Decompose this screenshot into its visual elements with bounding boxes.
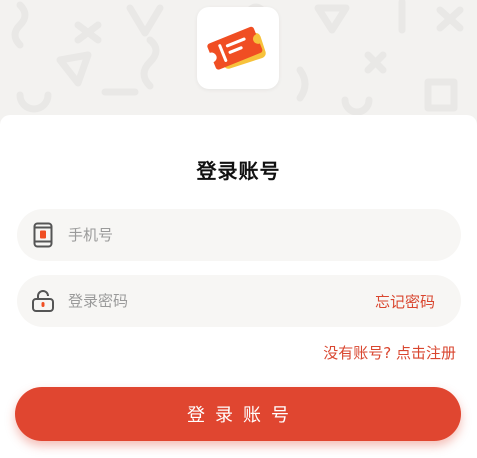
login-button[interactable]: 登录账号	[15, 387, 461, 441]
forgot-password-link[interactable]: 忘记密码	[375, 291, 435, 312]
lock-icon	[30, 288, 56, 314]
phone-icon	[30, 222, 56, 248]
phone-input[interactable]	[68, 226, 461, 244]
ticket-logo-icon	[207, 26, 266, 70]
phone-field[interactable]	[17, 209, 461, 261]
register-link[interactable]: 没有账号? 点击注册	[323, 342, 456, 363]
app-logo	[197, 7, 279, 89]
password-input[interactable]	[68, 292, 375, 310]
page-title: 登录账号	[196, 159, 281, 183]
password-field[interactable]: 忘记密码	[17, 275, 461, 327]
